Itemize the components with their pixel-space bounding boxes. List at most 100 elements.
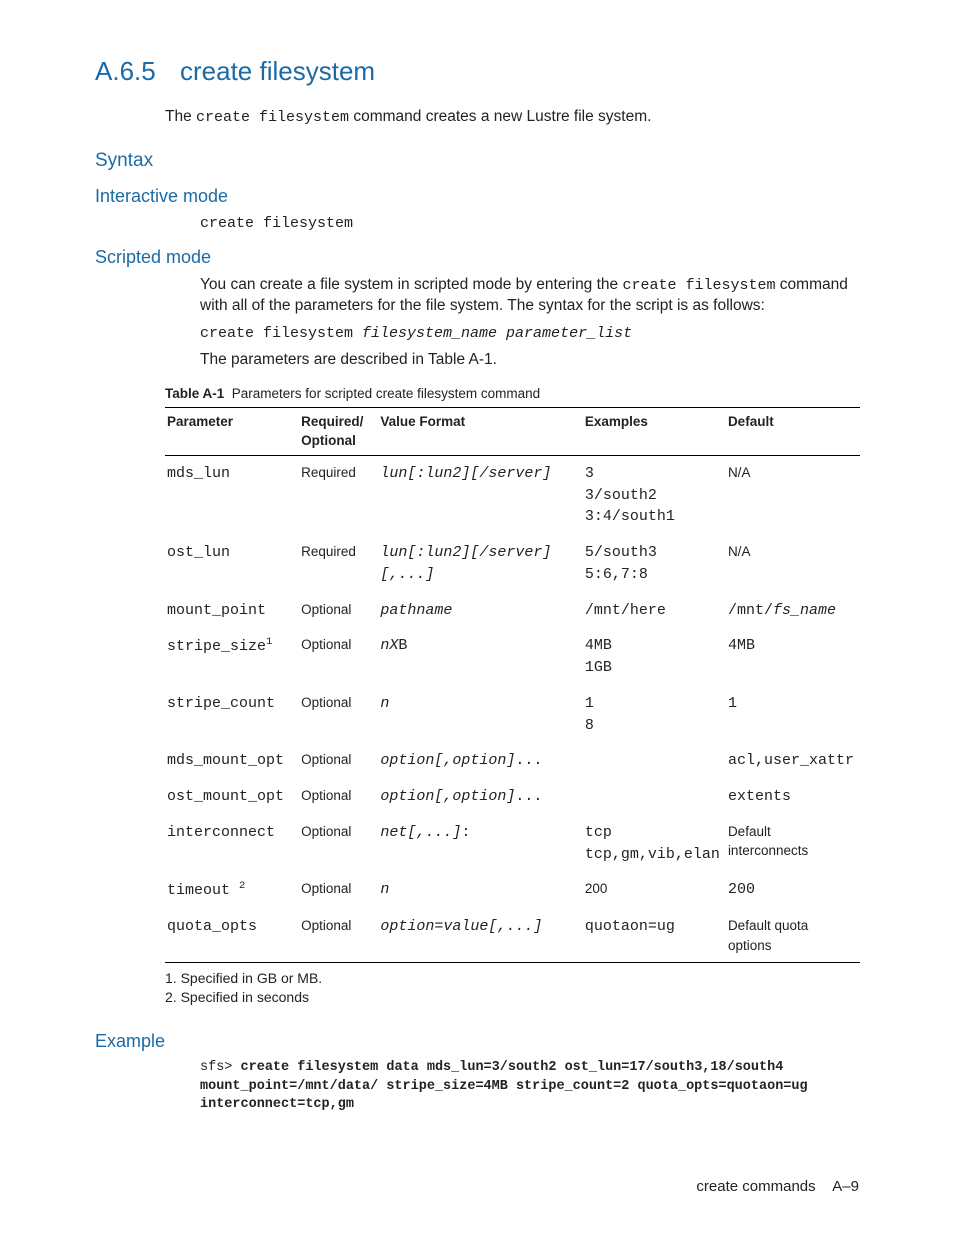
scripted-syntax-code: create filesystem filesystem_name parame… — [200, 323, 859, 344]
cell-required: Optional — [299, 628, 378, 686]
cell-format: n — [378, 686, 583, 744]
th-parameter: Parameter — [165, 408, 299, 455]
cell-examples: 200 — [583, 872, 726, 909]
cell-required: Required — [299, 455, 378, 535]
table-row: mds_lunRequiredlun[:lun2][/server]33/sou… — [165, 455, 860, 535]
cell-examples — [583, 779, 726, 815]
table-row: stripe_countOptionaln181 — [165, 686, 860, 744]
scripted-post: The parameters are described in Table A-… — [200, 350, 859, 371]
cell-format: nXB — [378, 628, 583, 686]
table-caption: Table A-1 Parameters for scripted create… — [165, 385, 859, 403]
cell-default: N/A — [726, 455, 860, 535]
table-row: timeout 2Optionaln200200 — [165, 872, 860, 909]
example-heading: Example — [95, 1029, 859, 1053]
table-caption-text: Parameters for scripted create filesyste… — [232, 386, 540, 401]
cell-default: /mnt/fs_name — [726, 593, 860, 629]
cell-parameter: interconnect — [165, 815, 299, 873]
footnotes: 1. Specified in GB or MB. 2. Specified i… — [165, 969, 859, 1007]
table-body: mds_lunRequiredlun[:lun2][/server]33/sou… — [165, 455, 860, 962]
interactive-heading: Interactive mode — [95, 184, 859, 208]
intro-paragraph: The create filesystem command creates a … — [165, 107, 859, 128]
cell-examples: /mnt/here — [583, 593, 726, 629]
footer-text: create commands — [696, 1178, 815, 1195]
example-prompt: sfs> — [200, 1060, 241, 1075]
cell-examples: 4MB1GB — [583, 628, 726, 686]
cell-required: Optional — [299, 872, 378, 909]
cell-parameter: stripe_size1 — [165, 628, 299, 686]
scripted-desc: You can create a file system in scripted… — [200, 275, 859, 317]
cell-parameter: ost_mount_opt — [165, 779, 299, 815]
cell-default: 4MB — [726, 628, 860, 686]
cell-format: lun[:lun2][/server][,...] — [378, 535, 583, 593]
section-number: A.6.5 — [95, 54, 180, 89]
cell-default: acl,user_xattr — [726, 743, 860, 779]
intro-pre: The — [165, 108, 196, 125]
cell-default: 200 — [726, 872, 860, 909]
cell-required: Optional — [299, 909, 378, 963]
cell-examples: 18 — [583, 686, 726, 744]
cell-format: option[,option]... — [378, 779, 583, 815]
interactive-code: create filesystem — [200, 214, 859, 234]
cell-required: Optional — [299, 743, 378, 779]
cell-format: n — [378, 872, 583, 909]
cell-format: pathname — [378, 593, 583, 629]
cell-default: Default interconnects — [726, 815, 860, 873]
cell-examples: 5/south35:6,7:8 — [583, 535, 726, 593]
th-format: Value Format — [378, 408, 583, 455]
cell-examples: 33/south23:4/south1 — [583, 455, 726, 535]
footer-page: A–9 — [832, 1178, 859, 1195]
page-footer: create commands A–9 — [696, 1177, 859, 1197]
syntax-heading: Syntax — [95, 148, 859, 174]
cell-required: Optional — [299, 815, 378, 873]
cell-examples: tcptcp,gm,vib,elan — [583, 815, 726, 873]
footnote-1: 1. Specified in GB or MB. — [165, 969, 859, 988]
table-caption-label: Table A-1 — [165, 386, 224, 401]
cell-examples: quotaon=ug — [583, 909, 726, 963]
cell-format: option=value[,...] — [378, 909, 583, 963]
table-row: mount_pointOptionalpathname/mnt/here/mnt… — [165, 593, 860, 629]
scripted-desc-code: create filesystem — [622, 277, 775, 294]
cell-default: extents — [726, 779, 860, 815]
page: A.6.5create filesystem The create filesy… — [0, 0, 954, 1235]
footnote-2: 2. Specified in seconds — [165, 988, 859, 1007]
scripted-heading: Scripted mode — [95, 245, 859, 269]
cell-default: N/A — [726, 535, 860, 593]
table-row: ost_mount_optOptionaloption[,option]... e… — [165, 779, 860, 815]
scripted-code-plain: create filesystem — [200, 325, 362, 342]
cell-parameter: stripe_count — [165, 686, 299, 744]
th-required: Required/ Optional — [299, 408, 378, 455]
cell-parameter: quota_opts — [165, 909, 299, 963]
intro-post: command creates a new Lustre file system… — [349, 108, 651, 125]
cell-parameter: mds_lun — [165, 455, 299, 535]
table-head-row: Parameter Required/ Optional Value Forma… — [165, 408, 860, 455]
th-examples: Examples — [583, 408, 726, 455]
intro-code: create filesystem — [196, 109, 349, 126]
cell-default: Default quota options — [726, 909, 860, 963]
cell-required: Required — [299, 535, 378, 593]
th-default: Default — [726, 408, 860, 455]
cell-required: Optional — [299, 779, 378, 815]
table-row: quota_optsOptionaloption=value[,...]quot… — [165, 909, 860, 963]
cell-parameter: ost_lun — [165, 535, 299, 593]
scripted-desc-pre: You can create a file system in scripted… — [200, 276, 622, 293]
example-code: sfs> create filesystem data mds_lun=3/so… — [200, 1059, 859, 1114]
cell-required: Optional — [299, 686, 378, 744]
scripted-code-italic: filesystem_name parameter_list — [362, 325, 632, 342]
example-cmd: create filesystem data mds_lun=3/south2 … — [200, 1060, 816, 1111]
cell-format: net[,...]: — [378, 815, 583, 873]
cell-parameter: mount_point — [165, 593, 299, 629]
cell-default: 1 — [726, 686, 860, 744]
cell-required: Optional — [299, 593, 378, 629]
table-row: ost_lunRequiredlun[:lun2][/server][,...]… — [165, 535, 860, 593]
table-row: stripe_size1OptionalnXB4MB1GB4MB — [165, 628, 860, 686]
section-title: create filesystem — [180, 56, 375, 86]
table-row: mds_mount_optOptionaloption[,option]... a… — [165, 743, 860, 779]
cell-format: option[,option]... — [378, 743, 583, 779]
cell-format: lun[:lun2][/server] — [378, 455, 583, 535]
cell-examples — [583, 743, 726, 779]
table-row: interconnectOptionalnet[,...]:tcptcp,gm,… — [165, 815, 860, 873]
section-heading: A.6.5create filesystem — [95, 54, 859, 89]
cell-parameter: mds_mount_opt — [165, 743, 299, 779]
parameters-table: Parameter Required/ Optional Value Forma… — [165, 407, 860, 963]
cell-parameter: timeout 2 — [165, 872, 299, 909]
